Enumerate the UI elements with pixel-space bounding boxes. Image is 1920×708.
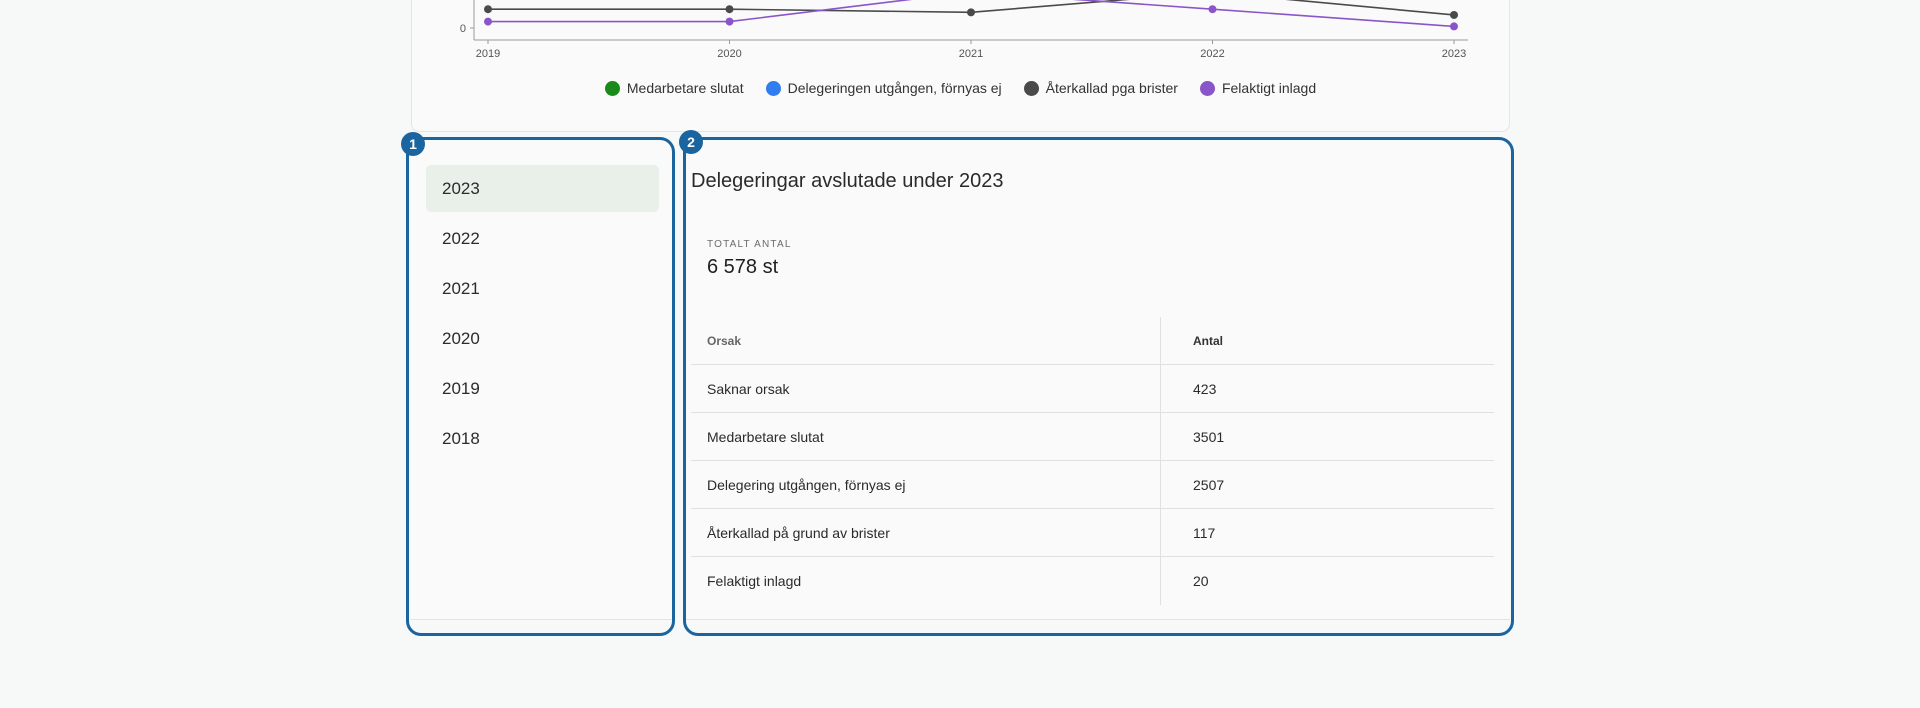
legend-item-aterkallad[interactable]: Återkallad pga brister <box>1023 80 1178 96</box>
x-tick-label: 2022 <box>1200 48 1224 60</box>
y-tick-label: 0 <box>460 23 466 35</box>
legend-dot-icon <box>604 80 620 96</box>
legend-dot-icon <box>1199 80 1215 96</box>
data-point-2-2 <box>967 8 975 17</box>
x-tick-label: 2023 <box>1442 48 1466 60</box>
legend-label: Medarbetare slutat <box>626 80 744 96</box>
chart-legend: Medarbetare slutat Delegeringen utgången… <box>412 80 1509 96</box>
data-point-3-3 <box>1208 5 1217 14</box>
data-point-3-0 <box>484 17 492 26</box>
data-point-3-1 <box>725 17 734 26</box>
legend-dot-icon <box>1023 80 1039 96</box>
legend-label: Återkallad pga brister <box>1045 80 1178 96</box>
legend-item-medarbetare[interactable]: Medarbetare slutat <box>604 80 744 96</box>
x-tick-label: 2021 <box>959 48 983 60</box>
data-point-2-1 <box>725 5 734 14</box>
line-chart: 0 2019 2020 2021 2022 2023 <box>460 0 1468 60</box>
legend-item-felaktigt[interactable]: Felaktigt inlagd <box>1199 80 1317 96</box>
legend-item-delegeringen[interactable]: Delegeringen utgången, förnyas ej <box>765 80 1002 96</box>
annotation-box-2 <box>683 137 1514 636</box>
legend-label: Felaktigt inlagd <box>1221 80 1317 96</box>
annotation-box-1 <box>406 137 675 636</box>
data-point-2-0 <box>484 5 492 14</box>
annotation-badge-2: 2 <box>679 130 703 154</box>
data-point-2-4 <box>1450 10 1458 19</box>
legend-label: Delegeringen utgången, förnyas ej <box>787 80 1002 96</box>
chart-card: 0 2019 2020 2021 2022 2023 Medarbetare slutat… <box>411 0 1510 132</box>
legend-dot-icon <box>765 80 781 96</box>
annotation-badge-1: 1 <box>401 132 425 156</box>
x-tick-label: 2019 <box>476 48 500 60</box>
data-point-3-4 <box>1450 22 1458 31</box>
x-tick-label: 2020 <box>717 48 741 60</box>
